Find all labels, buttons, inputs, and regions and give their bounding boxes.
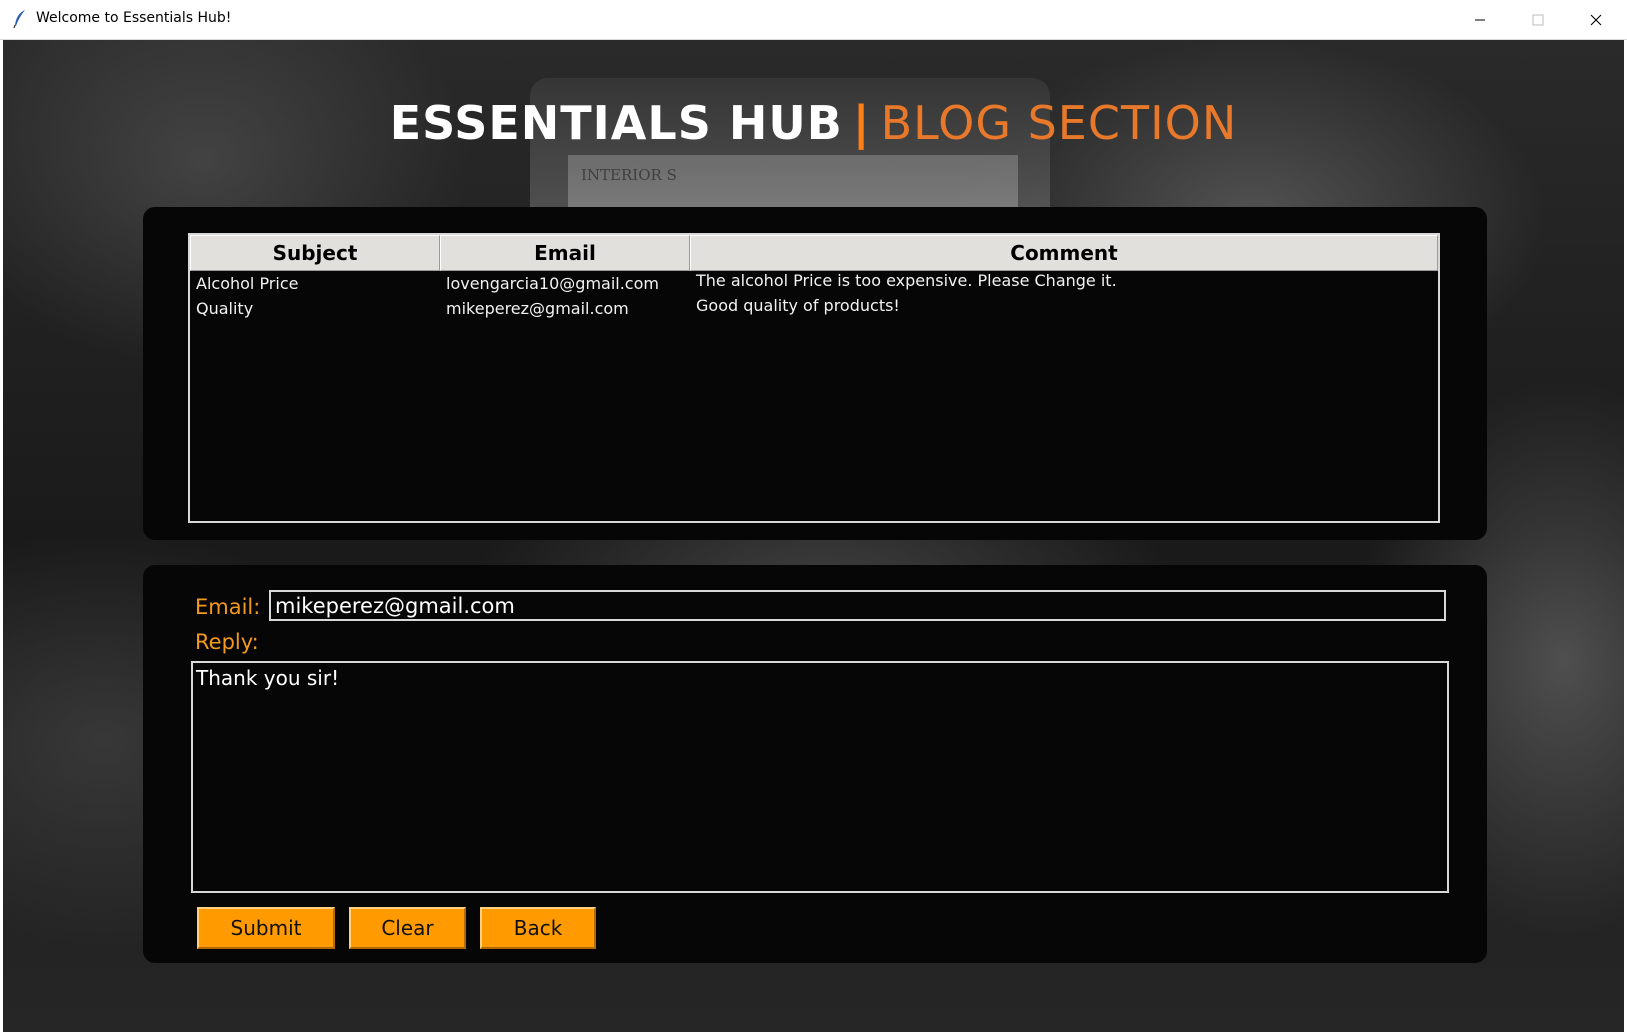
- submit-button[interactable]: Submit: [197, 907, 335, 949]
- table-row[interactable]: Quality mikeperez@gmail.com Good quality…: [190, 296, 1438, 321]
- table-header: Subject Email Comment: [190, 235, 1438, 271]
- feather-icon: [13, 10, 25, 29]
- cell-comment: The alcohol Price is too expensive. Plea…: [696, 271, 1117, 290]
- minimize-icon: [1475, 19, 1485, 21]
- maximize-button[interactable]: [1509, 0, 1567, 40]
- column-header-comment[interactable]: Comment: [690, 235, 1438, 271]
- maximize-icon: [1532, 14, 1544, 26]
- column-header-email[interactable]: Email: [440, 235, 690, 271]
- cell-subject: Alcohol Price: [196, 274, 299, 293]
- blog-table[interactable]: Subject Email Comment Alcohol Price love…: [188, 233, 1440, 523]
- reply-panel: Email: Reply: Thank you sir! Submit Clea…: [143, 565, 1487, 963]
- close-button[interactable]: [1567, 0, 1625, 40]
- page-title: ESSENTIALS HUB | BLOG SECTION: [3, 96, 1624, 150]
- window-title: Welcome to Essentials Hub!: [36, 10, 232, 26]
- reply-label: Reply:: [195, 630, 259, 654]
- page-title-sub: BLOG SECTION: [880, 96, 1238, 150]
- cell-subject: Quality: [196, 299, 254, 318]
- column-header-subject[interactable]: Subject: [190, 235, 440, 271]
- background-laptop-text: INTERIOR S: [581, 166, 677, 184]
- blog-list-panel: Subject Email Comment Alcohol Price love…: [143, 207, 1487, 540]
- email-field[interactable]: [269, 590, 1446, 621]
- app-window: INTERIOR S ESSENTIALS HUB | BLOG SECTION S…: [3, 40, 1624, 1032]
- minimize-button[interactable]: [1451, 0, 1509, 40]
- back-button[interactable]: Back: [480, 907, 596, 949]
- page-title-main: ESSENTIALS HUB: [389, 96, 843, 150]
- cell-email: mikeperez@gmail.com: [446, 299, 629, 318]
- clear-button[interactable]: Clear: [349, 907, 466, 949]
- email-label: Email:: [195, 595, 261, 619]
- page-title-separator: |: [852, 96, 871, 150]
- close-icon: [1590, 14, 1602, 26]
- title-bar: Welcome to Essentials Hub!: [0, 0, 1627, 40]
- cell-comment: Good quality of products!: [696, 296, 900, 315]
- cell-email: lovengarcia10@gmail.com: [446, 274, 659, 293]
- reply-textarea[interactable]: Thank you sir!: [191, 661, 1449, 893]
